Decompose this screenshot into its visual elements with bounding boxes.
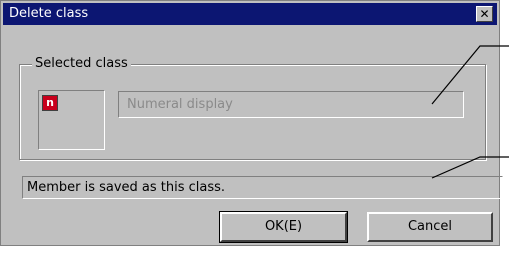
close-button[interactable]: ✕ bbox=[476, 6, 493, 22]
cancel-button[interactable]: Cancel bbox=[367, 212, 493, 242]
title-bar: Delete class ✕ bbox=[3, 3, 497, 25]
close-icon: ✕ bbox=[479, 7, 490, 21]
status-message: Member is saved as this class. bbox=[22, 176, 503, 199]
class-icon-glyph: n bbox=[46, 96, 54, 109]
window-title: Delete class bbox=[9, 6, 89, 21]
class-icon-frame: n bbox=[38, 90, 105, 150]
ok-button[interactable]: OK(E) bbox=[219, 211, 348, 243]
class-icon: n bbox=[42, 95, 58, 111]
group-label: Selected class bbox=[32, 56, 131, 71]
selected-class-name-field: Numeral display bbox=[118, 91, 464, 118]
